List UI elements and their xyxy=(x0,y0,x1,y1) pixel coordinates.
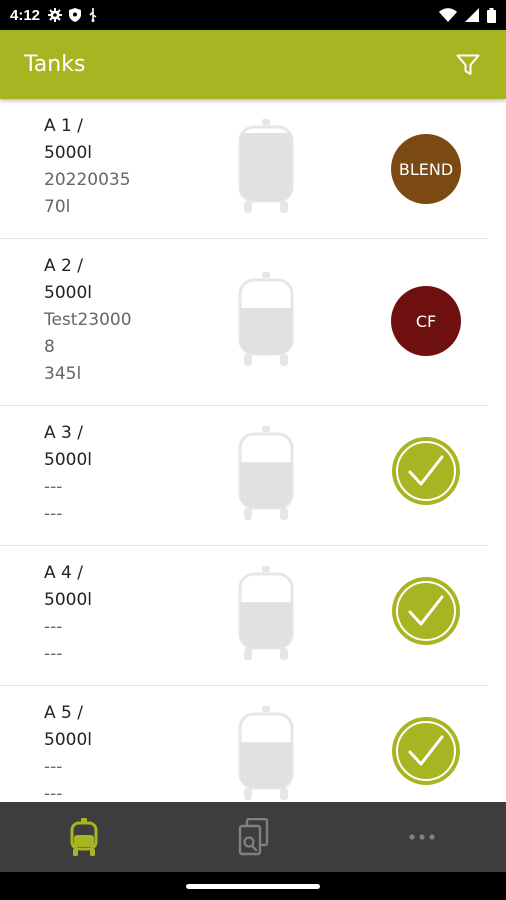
nav-item-search-documents[interactable] xyxy=(169,802,338,872)
tank-name: A 5 / 5000l xyxy=(44,703,92,750)
tank-row[interactable]: A 4 / 5000l --- --- xyxy=(0,546,506,686)
status-bar: 4:12 xyxy=(0,0,506,30)
tank-name: A 3 / 5000l xyxy=(44,423,92,470)
battery-icon xyxy=(487,7,496,23)
tank-fill-level xyxy=(240,308,292,354)
gesture-area xyxy=(0,872,506,900)
tank-icon xyxy=(238,119,294,213)
tank-icon xyxy=(238,426,294,520)
tank-batch-code: --- xyxy=(44,757,63,777)
signal-icon xyxy=(465,8,479,22)
tank-icon xyxy=(238,706,294,800)
check-circle-icon[interactable] xyxy=(390,435,462,507)
app-bar: Tanks xyxy=(0,30,506,99)
filter-icon xyxy=(456,54,480,75)
tank-fill-level xyxy=(240,742,292,788)
tank-fill-level xyxy=(240,602,292,648)
filter-button[interactable] xyxy=(454,51,482,79)
shield-icon xyxy=(69,8,82,22)
tank-volume: --- xyxy=(44,504,63,524)
nav-item-tanks[interactable] xyxy=(0,802,169,872)
tank-batch-code: 20220035 xyxy=(44,170,131,190)
status-time: 4:12 xyxy=(10,6,41,24)
wifi-icon xyxy=(439,8,457,22)
product-badge[interactable]: CF xyxy=(391,286,461,356)
usb-icon xyxy=(88,8,98,22)
tank-name: A 2 / 5000l xyxy=(44,256,92,303)
tank-icon xyxy=(238,272,294,366)
tank-volume: 345l xyxy=(44,364,82,384)
tank-row[interactable]: A 3 / 5000l --- --- xyxy=(0,406,506,546)
tank-icon xyxy=(70,818,98,856)
product-badge[interactable]: BLEND xyxy=(391,134,461,204)
tank-batch-code: --- xyxy=(44,477,63,497)
search-document-icon xyxy=(238,818,269,856)
tank-name: A 4 / 5000l xyxy=(44,563,92,610)
tank-row[interactable]: A 2 / 5000l Test23000 8 345l CF xyxy=(0,239,506,406)
tank-batch-code: Test23000 8 xyxy=(44,310,132,357)
gear-icon xyxy=(48,8,63,22)
tank-name: A 1 / 5000l xyxy=(44,116,92,163)
product-badge-label: BLEND xyxy=(398,159,454,179)
tank-row[interactable]: A 5 / 5000l --- --- xyxy=(0,686,506,802)
tank-row[interactable]: A 1 / 5000l 20220035 70l BLEND xyxy=(0,99,506,239)
tank-volume: --- xyxy=(44,644,63,664)
tank-fill-level xyxy=(240,462,292,508)
check-circle-icon[interactable] xyxy=(390,575,462,647)
home-gesture-bar[interactable] xyxy=(186,884,320,889)
tank-icon xyxy=(238,566,294,660)
check-circle-icon[interactable] xyxy=(390,715,462,787)
nav-item-more[interactable] xyxy=(337,802,506,872)
tank-volume: --- xyxy=(44,784,63,802)
bottom-navigation xyxy=(0,802,506,872)
more-icon xyxy=(409,834,435,840)
tank-list[interactable]: A 1 / 5000l 20220035 70l BLEND A 2 / 500… xyxy=(0,99,506,802)
product-badge-label: CF xyxy=(415,311,437,331)
page-title: Tanks xyxy=(24,52,86,77)
tank-fill-level xyxy=(240,132,292,201)
tank-batch-code: --- xyxy=(44,617,63,637)
tank-volume: 70l xyxy=(44,197,71,217)
